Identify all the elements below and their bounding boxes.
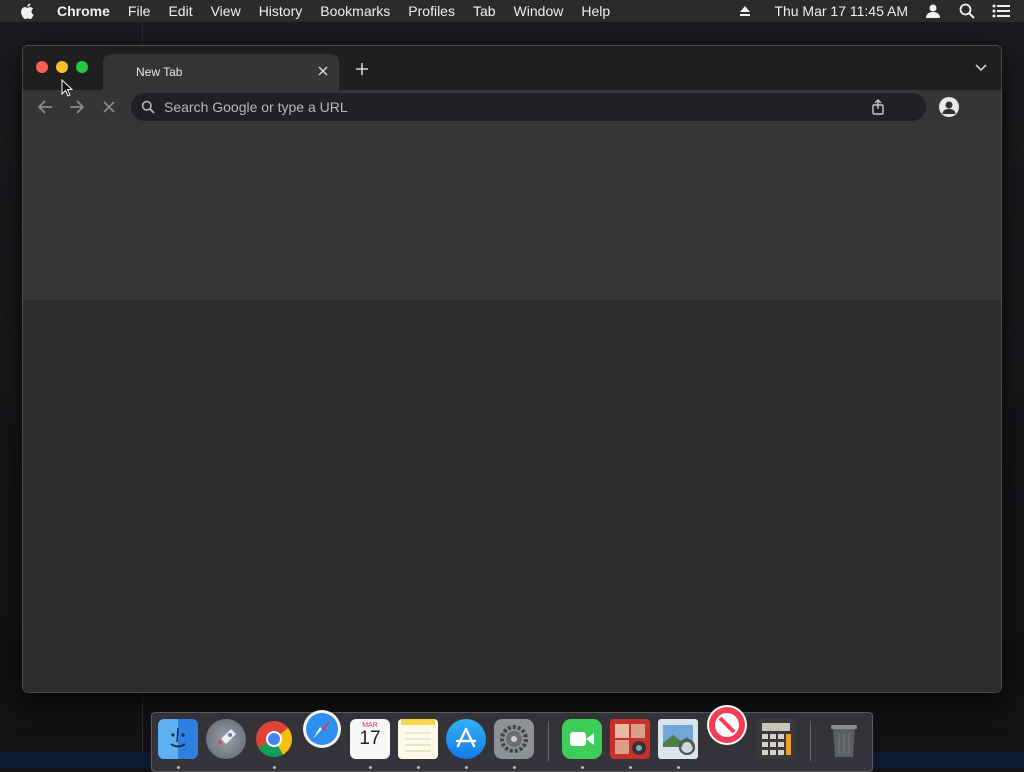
window-close-button[interactable] [36,61,48,73]
omnibox-placeholder: Search Google or type a URL [164,99,348,115]
menu-bar: Chrome File Edit View History Bookmarks … [0,0,1024,22]
profile-avatar-icon[interactable] [939,97,959,117]
notes-icon[interactable] [398,719,438,759]
menu-view[interactable]: View [202,3,250,19]
finder-icon[interactable] [158,719,198,759]
tab-strip: New Tab [23,46,1001,90]
eject-icon[interactable] [734,0,756,22]
share-icon[interactable] [870,99,886,115]
system-preferences-icon[interactable] [494,719,534,759]
tab-title: New Tab [136,65,183,79]
menu-help[interactable]: Help [572,3,619,19]
calendar-icon[interactable]: MAR 17 [350,719,390,759]
menu-file[interactable]: File [119,3,160,19]
preview-icon[interactable] [658,719,698,759]
user-icon[interactable] [922,0,944,22]
page-content-body [23,300,1001,692]
dock-separator [548,721,549,761]
calendar-day: 17 [359,728,381,749]
new-tab-plus-icon[interactable] [353,60,371,78]
safari-icon[interactable] [302,709,342,749]
menu-bookmarks[interactable]: Bookmarks [311,3,399,19]
dock-separator-trash [810,721,811,761]
chrome-icon[interactable] [254,719,294,759]
browser-toolbar: Search Google or type a URL [23,90,1001,124]
menu-profiles[interactable]: Profiles [399,3,464,19]
window-minimize-button[interactable] [56,61,68,73]
tab-search-chevron-icon[interactable] [973,62,989,74]
omnibox-search-icon [141,100,155,114]
menubar-clock[interactable]: Thu Mar 17 11:45 AM [760,3,922,19]
menu-window[interactable]: Window [505,3,573,19]
page-content-header-area [23,124,1001,300]
notification-center-icon[interactable] [990,0,1012,22]
window-zoom-button[interactable] [76,61,88,73]
app-store-icon[interactable] [446,719,486,759]
forward-arrow-icon[interactable] [67,97,87,117]
stop-loading-icon[interactable] [99,97,119,117]
menu-edit[interactable]: Edit [159,3,201,19]
spotlight-search-icon[interactable] [956,0,978,22]
launchpad-icon[interactable] [206,719,246,759]
facetime-icon[interactable] [562,719,602,759]
menu-tab[interactable]: Tab [464,3,505,19]
trash-icon[interactable] [824,719,864,759]
back-arrow-icon[interactable] [35,97,55,117]
chrome-window: New Tab Search Google or type a URL [22,45,1002,693]
tab-close-icon[interactable] [315,63,331,79]
menu-history[interactable]: History [250,3,312,19]
photo-booth-icon[interactable] [610,719,650,759]
calculator-icon[interactable] [756,719,796,759]
omnibox-search-input[interactable]: Search Google or type a URL [131,93,926,121]
tab-new-tab[interactable]: New Tab [103,54,339,90]
mouse-pointer-icon [61,79,73,97]
menu-app-name[interactable]: Chrome [48,3,119,19]
apple-menu-icon[interactable] [20,3,34,19]
dock: MAR 17 [151,705,873,772]
news-icon[interactable] [707,705,747,745]
